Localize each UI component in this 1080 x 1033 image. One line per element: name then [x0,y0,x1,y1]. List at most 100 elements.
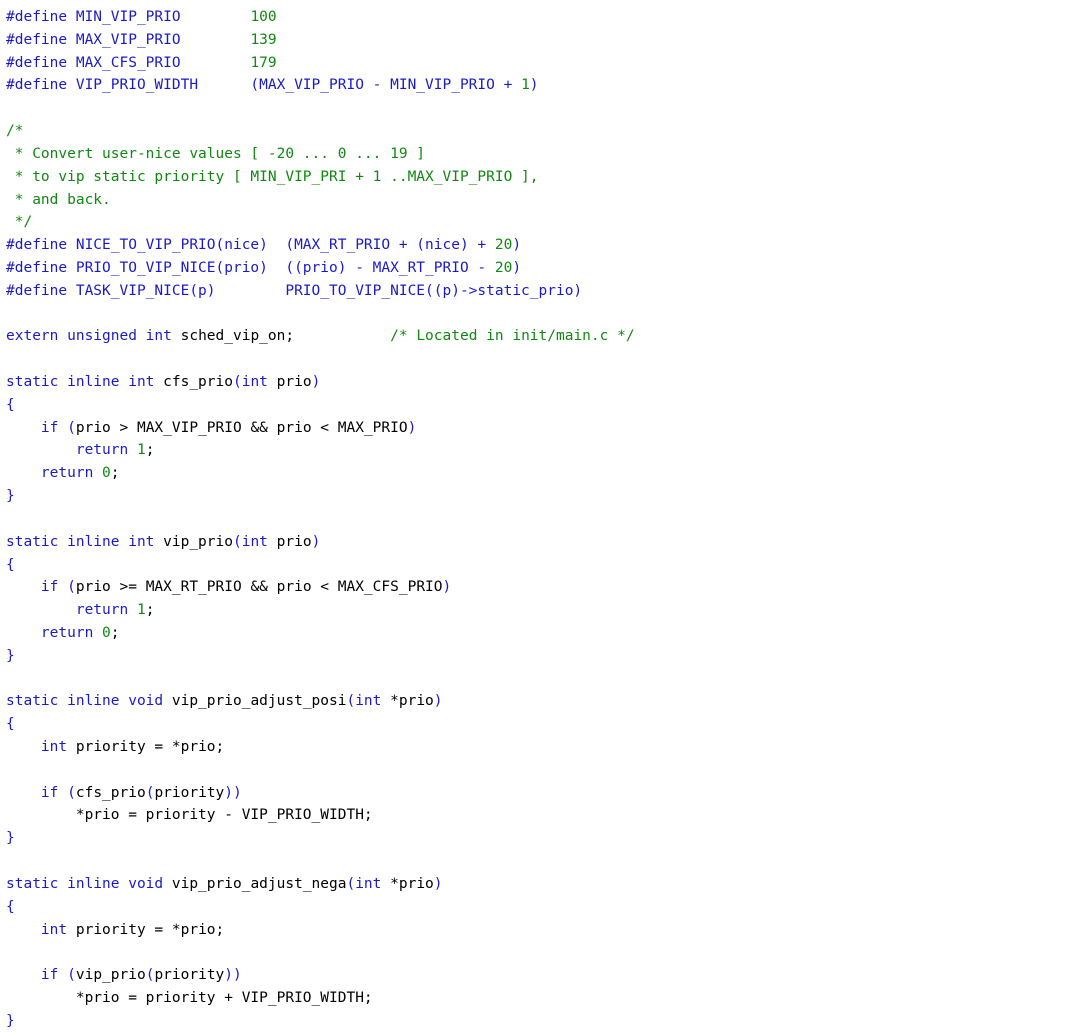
code-token: prio > MAX_VIP_PRIO && prio < MAX_PRIO [75,419,408,436]
code-token: vip_prio_adjust_nega [163,875,347,892]
code-line: if (prio >= MAX_RT_PRIO && prio < MAX_CF… [6,576,1080,599]
code-line: *prio = priority + VIP_PRIO_WIDTH; [6,987,1080,1010]
code-token: 0 [102,465,111,482]
code-line: #define MIN_VIP_PRIO 100 [6,6,1080,29]
code-editor[interactable]: #define MIN_VIP_PRIO 100 #define MAX_VIP_… [6,6,1080,1029]
code-token: { [6,716,15,733]
code-line: } [6,827,1080,850]
code-line: #define MAX_VIP_PRIO 139 [6,29,1080,52]
code-token: return [75,442,129,459]
code-token: if [40,419,59,436]
code-token: priority [154,967,225,984]
code-token: ( [145,967,155,984]
code-token: #define MAX_CFS_PRIO [6,54,251,71]
code-line: { [6,554,1080,577]
code-token: cfs_prio [154,374,233,390]
code-token: )) [224,784,242,801]
code-token: */ [6,214,33,231]
code-token: #define MIN_VIP_PRIO [6,9,251,25]
code-token: int [355,875,382,892]
code-line: { [6,394,1080,417]
code-token: { [6,556,15,573]
code-line: *prio = priority - VIP_PRIO_WIDTH; [6,804,1080,827]
code-token: sched_vip_on; [171,328,391,345]
code-line: static inline void vip_prio_adjust_nega(… [6,873,1080,896]
code-token: ( [346,875,356,892]
code-line: #define MAX_CFS_PRIO 179 [6,52,1080,75]
code-token: *prio [381,875,434,892]
code-line: #define NICE_TO_VIP_PRIO(nice) (MAX_RT_P… [6,234,1080,257]
code-token: ( [67,579,76,596]
code-token: } [6,830,15,847]
code-token: static inline void [6,693,164,710]
code-token: ) [311,533,321,550]
code-token: #define TASK_VIP_NICE(p) PRIO_TO_VIP_NIC… [6,282,583,299]
code-line: return 1; [6,439,1080,462]
code-token: priority = *prio; [67,921,225,938]
code-token: { [6,898,15,915]
code-token: ) [512,259,522,276]
code-line: extern unsigned int sched_vip_on; /* Loc… [6,325,1080,348]
code-token: 20 [494,259,513,276]
code-token: ) [433,875,443,892]
code-token: #define NICE_TO_VIP_PRIO(nice) (MAX_RT_P… [6,237,495,254]
code-token: /* [6,123,24,140]
code-line: return 0; [6,462,1080,485]
code-line: /* [6,120,1080,143]
code-token: ) [512,237,522,254]
code-line: #define TASK_VIP_NICE(p) PRIO_TO_VIP_NIC… [6,280,1080,303]
code-token: ( [232,374,242,390]
code-token: int [241,374,268,390]
code-line: if (vip_prio(priority)) [6,964,1080,987]
code-token: ( [67,784,76,801]
code-token: #define VIP_PRIO_WIDTH (MAX_VIP_PRIO - M… [6,77,522,94]
code-line: } [6,645,1080,668]
code-token: ( [232,533,242,550]
code-line: } [6,1010,1080,1033]
code-token: } [6,1012,15,1029]
code-token: static inline int [6,374,155,390]
code-token: } [6,647,15,664]
code-token: ; [145,442,155,459]
code-token: ) [433,693,443,710]
code-token: 139 [250,31,277,48]
code-token: return [40,465,94,482]
code-token: ( [346,693,356,710]
code-line: { [6,713,1080,736]
code-token: ( [67,967,76,984]
code-token: priority [154,784,225,801]
code-line: static inline void vip_prio_adjust_posi(… [6,690,1080,713]
code-line: * and back. [6,189,1080,212]
code-token: 1 [136,442,146,459]
code-line: return 0; [6,622,1080,645]
code-token: ) [311,374,321,390]
code-line: if (cfs_prio(priority)) [6,782,1080,805]
code-line: * to vip static priority [ MIN_VIP_PRI +… [6,166,1080,189]
code-token: * and back. [6,191,111,208]
code-token: ; [145,602,155,619]
code-line: int priority = *prio; [6,736,1080,759]
code-token: *prio [381,693,434,710]
code-token: if [40,784,59,801]
code-token: 179 [250,54,277,71]
code-token: vip_prio_adjust_posi [163,693,347,710]
